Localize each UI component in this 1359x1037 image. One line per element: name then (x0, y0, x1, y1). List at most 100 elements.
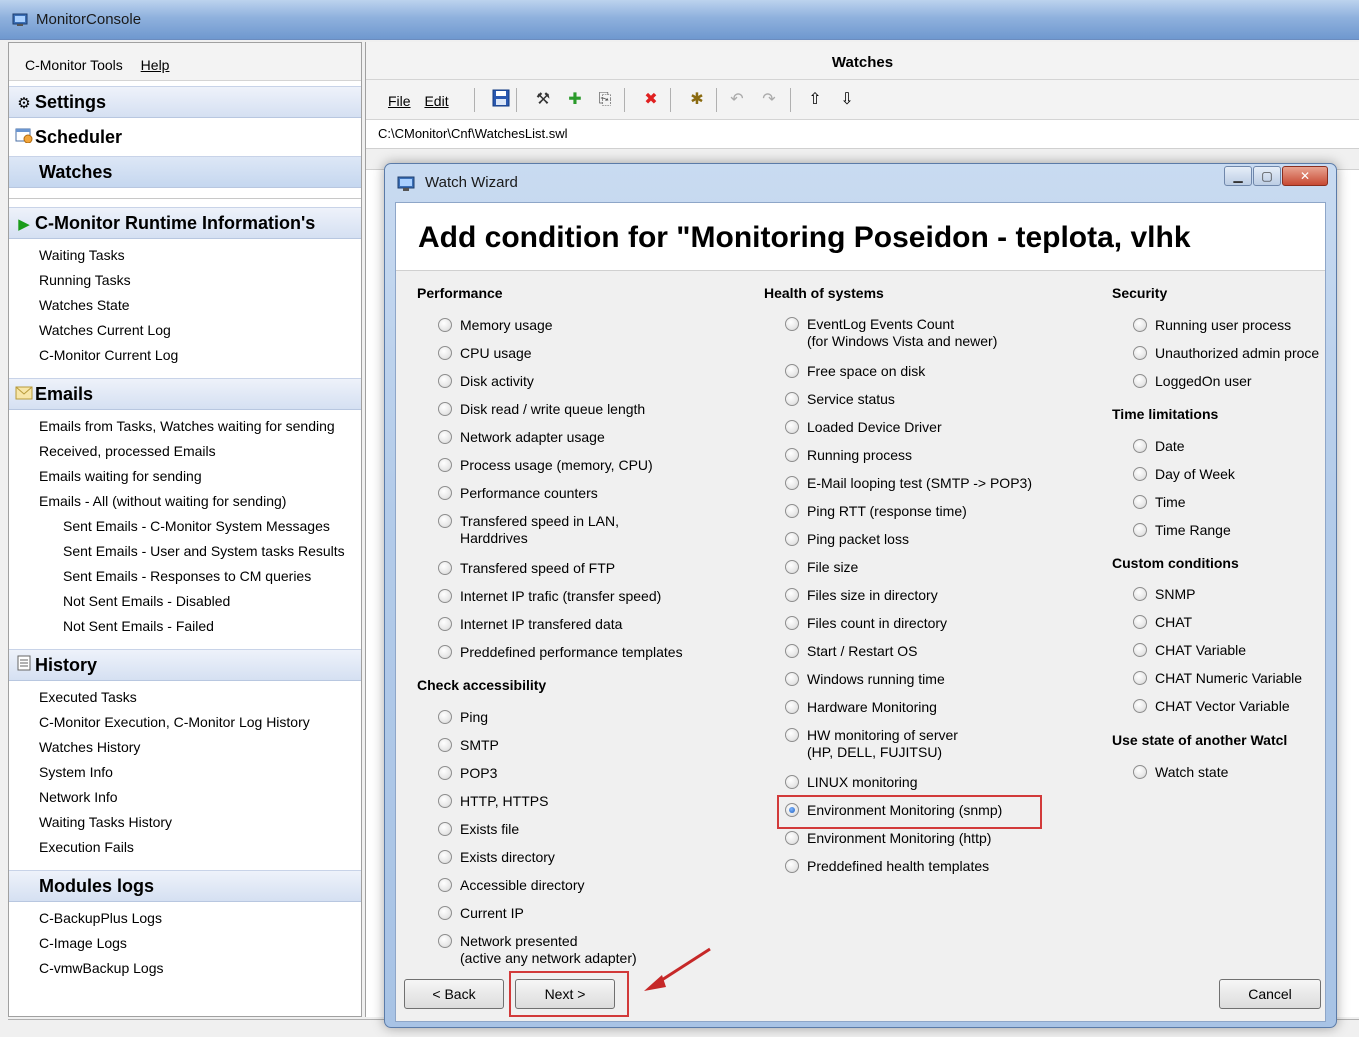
radio-button[interactable] (438, 850, 452, 864)
radio-button[interactable] (438, 766, 452, 780)
radio-button[interactable] (1133, 495, 1147, 509)
nav-item-sent-responses[interactable]: Sent Emails - Responses to CM queries (9, 565, 361, 590)
close-button[interactable]: ✕ (1282, 166, 1328, 186)
nav-item-cvmwbackup-logs[interactable]: C-vmwBackup Logs (9, 957, 361, 982)
add-icon[interactable]: ✚ (564, 89, 586, 111)
maximize-button[interactable]: ▢ (1253, 166, 1281, 186)
option-file-size[interactable]: File size (785, 559, 858, 576)
undo-icon[interactable]: ↶ (726, 89, 748, 111)
option-environment-monitoring-snmp[interactable]: Environment Monitoring (snmp) (785, 802, 1002, 819)
option-hardware-monitoring[interactable]: Hardware Monitoring (785, 699, 937, 716)
radio-button[interactable] (1133, 374, 1147, 388)
option-windows-running-time[interactable]: Windows running time (785, 671, 945, 688)
option-linux-monitoring[interactable]: LINUX monitoring (785, 774, 918, 791)
option-http-https[interactable]: HTTP, HTTPS (438, 793, 548, 810)
radio-button[interactable] (785, 803, 799, 817)
radio-button[interactable] (785, 392, 799, 406)
radio-button[interactable] (438, 486, 452, 500)
radio-button[interactable] (785, 317, 799, 331)
radio-button[interactable] (785, 420, 799, 434)
radio-button[interactable] (785, 476, 799, 490)
radio-button[interactable] (438, 346, 452, 360)
option-service-status[interactable]: Service status (785, 391, 895, 408)
radio-button[interactable] (438, 458, 452, 472)
nav-item-cimage-logs[interactable]: C-Image Logs (9, 932, 361, 957)
option-exists-directory[interactable]: Exists directory (438, 849, 555, 866)
option-unauthorized-admin-proce[interactable]: Unauthorized admin proce (1133, 345, 1319, 362)
option-ping[interactable]: Ping (438, 709, 488, 726)
radio-button[interactable] (438, 617, 452, 631)
radio-button[interactable] (438, 374, 452, 388)
option-ping-rtt-response-time[interactable]: Ping RTT (response time) (785, 503, 967, 520)
nav-item-watches-current-log[interactable]: Watches Current Log (9, 319, 361, 344)
radio-button[interactable] (1133, 587, 1147, 601)
nav-item-sent-user[interactable]: Sent Emails - User and System tasks Resu… (9, 540, 361, 565)
radio-button[interactable] (785, 616, 799, 630)
menu-help[interactable]: Help (141, 57, 170, 73)
radio-button[interactable] (785, 588, 799, 602)
radio-button[interactable] (785, 644, 799, 658)
nav-item-executed-tasks[interactable]: Executed Tasks (9, 686, 361, 711)
option-pop3[interactable]: POP3 (438, 765, 497, 782)
option-ping-packet-loss[interactable]: Ping packet loss (785, 531, 909, 548)
option-process-usage-memory-cpu[interactable]: Process usage (memory, CPU) (438, 457, 653, 474)
menu-edit[interactable]: Edit (424, 93, 448, 109)
nav-item-emails-all[interactable]: Emails - All (without waiting for sendin… (9, 490, 361, 515)
nav-emails[interactable]: Emails (9, 378, 361, 410)
move-up-icon[interactable]: ⇧ (804, 89, 826, 111)
option-smtp[interactable]: SMTP (438, 737, 499, 754)
radio-button[interactable] (1133, 643, 1147, 657)
minimize-button[interactable]: ▁ (1224, 166, 1252, 186)
save-icon[interactable] (490, 89, 512, 111)
radio-button[interactable] (1133, 671, 1147, 685)
option-chat[interactable]: CHAT (1133, 614, 1192, 631)
radio-button[interactable] (785, 448, 799, 462)
option-transfered-speed-of-ftp[interactable]: Transfered speed of FTP (438, 560, 615, 577)
option-accessible-directory[interactable]: Accessible directory (438, 877, 585, 894)
nav-modules-logs[interactable]: Modules logs (9, 870, 361, 902)
nav-item-watches-state[interactable]: Watches State (9, 294, 361, 319)
radio-button[interactable] (785, 775, 799, 789)
delete-icon[interactable]: ✖ (640, 89, 662, 111)
wizard-icon[interactable]: ⚒ (532, 89, 554, 111)
option-hw-monitoring-of-server[interactable]: HW monitoring of server (HP, DELL, FUJIT… (785, 727, 958, 761)
option-performance-counters[interactable]: Performance counters (438, 485, 598, 502)
nav-item-system-info[interactable]: System Info (9, 761, 361, 786)
radio-button[interactable] (438, 402, 452, 416)
option-running-process[interactable]: Running process (785, 447, 912, 464)
option-environment-monitoring-http[interactable]: Environment Monitoring (http) (785, 830, 991, 847)
radio-button[interactable] (1133, 699, 1147, 713)
menu-cmonitor-tools[interactable]: C-Monitor Tools (25, 57, 123, 73)
nav-item-waiting-tasks[interactable]: Waiting Tasks (9, 244, 361, 269)
option-disk-activity[interactable]: Disk activity (438, 373, 534, 390)
option-internet-ip-trafic-transfer-speed[interactable]: Internet IP trafic (transfer speed) (438, 588, 661, 605)
radio-button[interactable] (438, 934, 452, 948)
radio-button[interactable] (785, 560, 799, 574)
option-memory-usage[interactable]: Memory usage (438, 317, 553, 334)
option-date[interactable]: Date (1133, 438, 1185, 455)
radio-button[interactable] (438, 430, 452, 444)
nav-item-not-sent-failed[interactable]: Not Sent Emails - Failed (9, 615, 361, 640)
nav-item-emails-waiting-sending[interactable]: Emails waiting for sending (9, 465, 361, 490)
nav-settings[interactable]: ⚙ Settings (9, 86, 361, 118)
radio-button[interactable] (1133, 318, 1147, 332)
nav-item-emails-waiting[interactable]: Emails from Tasks, Watches waiting for s… (9, 415, 361, 440)
option-network-adapter-usage[interactable]: Network adapter usage (438, 429, 605, 446)
radio-button[interactable] (438, 738, 452, 752)
nav-item-watches-history[interactable]: Watches History (9, 736, 361, 761)
nav-item-execution-log-history[interactable]: C-Monitor Execution, C-Monitor Log Histo… (9, 711, 361, 736)
radio-button[interactable] (438, 822, 452, 836)
radio-button[interactable] (438, 710, 452, 724)
option-snmp[interactable]: SNMP (1133, 586, 1195, 603)
radio-button[interactable] (438, 878, 452, 892)
nav-item-running-tasks[interactable]: Running Tasks (9, 269, 361, 294)
back-button[interactable]: < Back (404, 979, 504, 1009)
nav-item-execution-fails[interactable]: Execution Fails (9, 836, 361, 861)
option-start-restart-os[interactable]: Start / Restart OS (785, 643, 917, 660)
redo-icon[interactable]: ↷ (758, 89, 780, 111)
option-free-space-on-disk[interactable]: Free space on disk (785, 363, 925, 380)
option-preddefined-performance-templates[interactable]: Preddefined performance templates (438, 644, 683, 661)
copy-icon[interactable]: ⎘ (594, 89, 616, 111)
radio-button[interactable] (438, 645, 452, 659)
option-transfered-speed-in-lan[interactable]: Transfered speed in LAN, Harddrives (438, 513, 619, 547)
